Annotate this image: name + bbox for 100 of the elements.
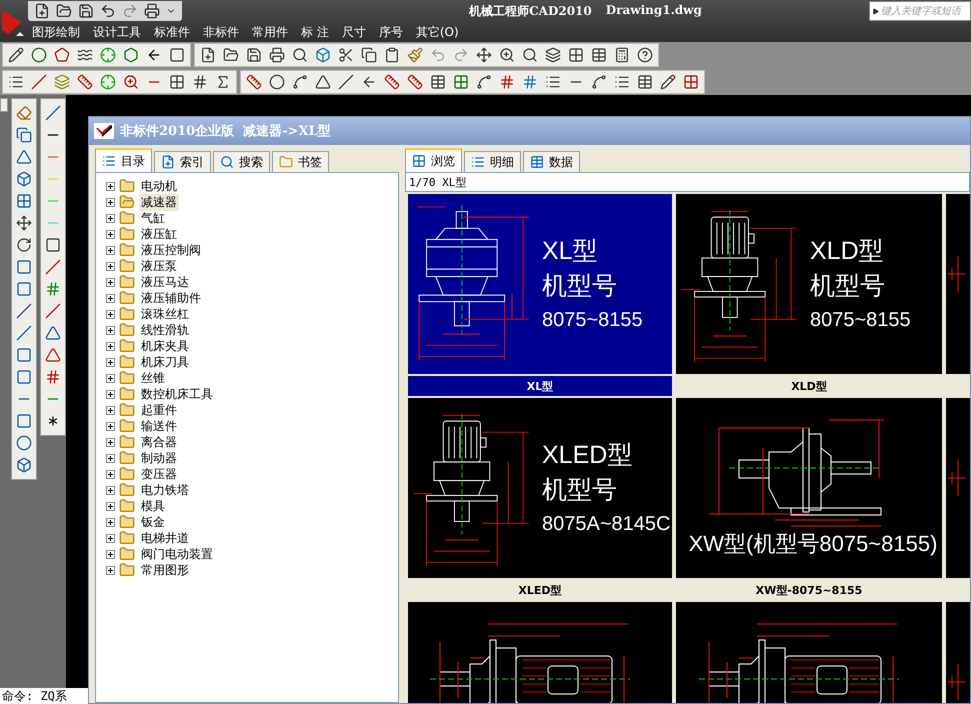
- print-icon[interactable]: [269, 47, 285, 63]
- tab[interactable]: 搜索: [213, 151, 270, 172]
- expand-icon[interactable]: [106, 470, 115, 478]
- curve-icon[interactable]: [292, 74, 308, 90]
- tree-item[interactable]: 滚珠丝杠: [139, 306, 191, 322]
- search-icon[interactable]: [522, 47, 538, 63]
- caption-bar[interactable]: XW型-8075~8155: [676, 580, 942, 600]
- menu-item[interactable]: 标准件: [154, 24, 190, 40]
- expand-icon[interactable]: [106, 182, 115, 190]
- circle-icon[interactable]: [31, 47, 47, 63]
- table-icon[interactable]: [591, 47, 607, 63]
- expand-icon[interactable]: [106, 374, 115, 382]
- expand-icon[interactable]: [106, 534, 115, 542]
- menu-item[interactable]: 尺寸: [342, 24, 366, 40]
- list-icon[interactable]: [8, 74, 24, 90]
- square-icon[interactable]: [16, 413, 32, 429]
- tab[interactable]: 数据: [523, 151, 580, 172]
- expand-icon[interactable]: [106, 198, 115, 206]
- cut-icon[interactable]: [338, 47, 354, 63]
- tree-item[interactable]: 变压器: [139, 466, 179, 482]
- tree-item[interactable]: 阀门电动装置: [139, 546, 215, 562]
- tree-item[interactable]: 离合器: [139, 434, 179, 450]
- expand-icon[interactable]: [106, 550, 115, 558]
- tree-item[interactable]: 常用图形: [139, 562, 191, 578]
- line-icon[interactable]: [338, 74, 354, 90]
- tree-item[interactable]: 机床夹具: [139, 338, 191, 354]
- pencil-icon[interactable]: [660, 74, 676, 90]
- expand-icon[interactable]: [106, 262, 115, 270]
- expand-icon[interactable]: [106, 246, 115, 254]
- expand-icon[interactable]: [106, 342, 115, 350]
- tab[interactable]: 目录: [95, 148, 152, 172]
- triangle-icon[interactable]: [315, 74, 331, 90]
- grid-icon[interactable]: [453, 74, 469, 90]
- save-icon[interactable]: [246, 47, 262, 63]
- hash-icon[interactable]: [192, 74, 208, 90]
- expand-icon[interactable]: [106, 358, 115, 366]
- zoom-icon[interactable]: [499, 47, 515, 63]
- wave-icon[interactable]: [77, 47, 93, 63]
- tab[interactable]: 浏览: [405, 148, 462, 172]
- zoom-icon[interactable]: [123, 74, 139, 90]
- expand-icon[interactable]: [106, 230, 115, 238]
- line-icon[interactable]: [45, 105, 61, 121]
- tree-item[interactable]: 钣金: [139, 514, 167, 530]
- drawing-thumbnail[interactable]: [946, 194, 970, 374]
- expand-icon[interactable]: [106, 454, 115, 462]
- tree-item[interactable]: 机床刀具: [139, 354, 191, 370]
- menu-item[interactable]: 序号: [378, 24, 403, 40]
- menu-item[interactable]: 设计工具: [93, 24, 141, 40]
- grid-icon[interactable]: [568, 47, 584, 63]
- menu-item[interactable]: 图形绘制: [32, 24, 80, 40]
- drawing-thumbnail[interactable]: XL型 机型号 8075~8155: [408, 194, 672, 374]
- selected-caption-bar[interactable]: XL型: [408, 376, 672, 396]
- search-icon[interactable]: [292, 47, 308, 63]
- new-file-icon[interactable]: [200, 47, 216, 63]
- tree-item[interactable]: 液压控制阀: [139, 242, 203, 258]
- tree-item[interactable]: 减速器: [139, 194, 179, 210]
- expand-icon[interactable]: [106, 518, 115, 526]
- drawing-thumbnail[interactable]: XLD型 机型号 8075~8155: [676, 194, 942, 374]
- grid-icon[interactable]: [16, 193, 32, 209]
- triangle-icon[interactable]: [45, 325, 61, 341]
- hash-icon[interactable]: [45, 369, 61, 385]
- expand-icon[interactable]: [106, 486, 115, 494]
- square-icon[interactable]: [45, 237, 61, 253]
- tree-item[interactable]: 液压缸: [139, 226, 179, 242]
- rectangle-icon[interactable]: [169, 47, 185, 63]
- hexagon-icon[interactable]: [123, 47, 139, 63]
- print-icon[interactable]: [144, 3, 160, 19]
- expand-icon[interactable]: [106, 326, 115, 334]
- list-icon[interactable]: [614, 74, 630, 90]
- open-folder-icon[interactable]: [223, 47, 239, 63]
- crosshair-icon[interactable]: [100, 47, 116, 63]
- tree-item[interactable]: 电力铁塔: [139, 482, 191, 498]
- crosshair-icon[interactable]: [100, 74, 116, 90]
- tree-item[interactable]: 电动机: [139, 178, 179, 194]
- eraser-icon[interactable]: [16, 105, 32, 121]
- copy-icon[interactable]: [16, 127, 32, 143]
- expand-icon[interactable]: [106, 422, 115, 430]
- circle-icon[interactable]: [16, 435, 32, 451]
- tree-item[interactable]: 输送件: [139, 418, 179, 434]
- expand-icon[interactable]: [106, 390, 115, 398]
- calculator-icon[interactable]: [614, 47, 630, 63]
- menu-item[interactable]: 非标件: [203, 24, 239, 40]
- pan-icon[interactable]: [476, 47, 492, 63]
- tree-item[interactable]: 气缸: [139, 210, 167, 226]
- move-icon[interactable]: [16, 215, 32, 231]
- save-icon[interactable]: [78, 3, 94, 19]
- square-icon[interactable]: [16, 369, 32, 385]
- hash-icon[interactable]: [499, 74, 515, 90]
- box-icon[interactable]: [16, 171, 32, 187]
- tab[interactable]: 书签: [272, 151, 329, 172]
- square-icon[interactable]: [16, 281, 32, 297]
- tree-item[interactable]: 起重件: [139, 402, 179, 418]
- expand-icon[interactable]: [106, 278, 115, 286]
- expand-icon[interactable]: [106, 438, 115, 446]
- open-folder-icon[interactable]: [56, 3, 72, 19]
- tree-item[interactable]: 数控机床工具: [139, 386, 215, 402]
- line-icon[interactable]: [16, 303, 32, 319]
- tree-item[interactable]: 模具: [139, 498, 167, 514]
- line-icon[interactable]: [16, 325, 32, 341]
- expand-icon[interactable]: [106, 310, 115, 318]
